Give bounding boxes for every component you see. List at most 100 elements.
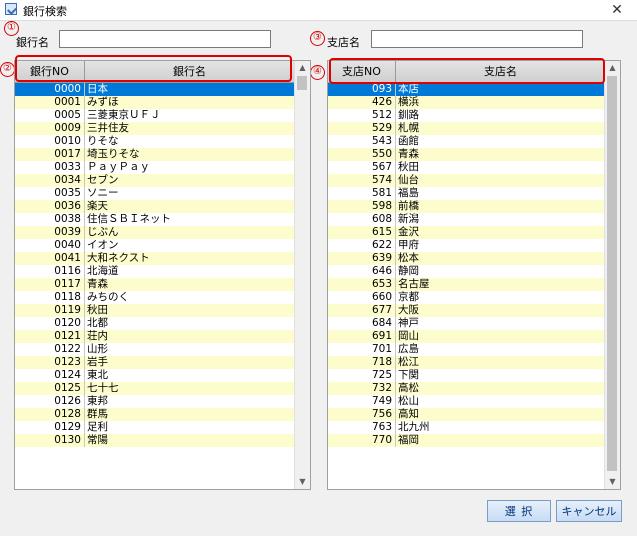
branch-row[interactable]: 608 新潟	[328, 213, 606, 226]
branch-name-cell: 高知	[398, 408, 419, 420]
bank-list-grid[interactable]: 銀行NO 銀行名 0000 日本 0001 みずほ 0005 三菱東京ＵＦＪ 0009 三井住…	[14, 60, 311, 490]
bank-name-column-header[interactable]: 銀行名	[85, 61, 295, 82]
branch-row[interactable]: 660 京都	[328, 291, 606, 304]
bank-row[interactable]: 0041 大和ネクスト	[15, 252, 295, 265]
branch-row[interactable]: 749 松山	[328, 395, 606, 408]
bank-row[interactable]: 0125 七十七	[15, 382, 295, 395]
bank-row[interactable]: 0119 秋田	[15, 304, 295, 317]
bank-row[interactable]: 0036 楽天	[15, 200, 295, 213]
branch-row[interactable]: 529 札幌	[328, 122, 606, 135]
select-button[interactable]: 選 択	[487, 500, 551, 522]
bank-row[interactable]: 0009 三井住友	[15, 122, 295, 135]
branch-row[interactable]: 512 釧路	[328, 109, 606, 122]
bank-row[interactable]: 0120 北都	[15, 317, 295, 330]
bank-name-cell: イオン	[87, 239, 119, 251]
bank-row[interactable]: 0130 常陽	[15, 434, 295, 447]
scroll-thumb[interactable]	[297, 76, 307, 90]
cancel-button[interactable]: キャンセル	[556, 500, 622, 522]
bank-row[interactable]: 0128 群馬	[15, 408, 295, 421]
title-bar: 銀行検索 ✕	[0, 0, 637, 21]
branch-name-cell: 広島	[398, 343, 419, 355]
branch-row[interactable]: 574 仙台	[328, 174, 606, 187]
bank-row[interactable]: 0017 埼玉りそな	[15, 148, 295, 161]
bank-no-column-header[interactable]: 銀行NO	[15, 61, 85, 82]
branch-name-input[interactable]	[371, 30, 583, 48]
bank-row[interactable]: 0117 青森	[15, 278, 295, 291]
bank-grid-scrollbar[interactable]: ▲ ▼	[294, 61, 310, 489]
branch-row[interactable]: 684 神戸	[328, 317, 606, 330]
branch-row[interactable]: 756 高知	[328, 408, 606, 421]
bank-row[interactable]: 0124 東北	[15, 369, 295, 382]
branch-row[interactable]: 581 福島	[328, 187, 606, 200]
branch-row[interactable]: 763 北九州	[328, 421, 606, 434]
branch-row[interactable]: 701 広島	[328, 343, 606, 356]
bank-name-input[interactable]	[59, 30, 271, 48]
branch-row[interactable]: 718 松江	[328, 356, 606, 369]
scroll-down-icon[interactable]: ▼	[605, 475, 620, 489]
branch-name-cell: 札幌	[398, 122, 419, 134]
branch-no-column-header[interactable]: 支店NO	[328, 61, 396, 82]
scroll-up-icon[interactable]: ▲	[295, 61, 310, 75]
bank-row[interactable]: 0126 東邦	[15, 395, 295, 408]
branch-no-cell: 684	[328, 317, 396, 330]
branch-no-cell: 581	[328, 187, 396, 200]
bank-row[interactable]: 0121 荘内	[15, 330, 295, 343]
branch-name-column-header[interactable]: 支店名	[396, 61, 606, 82]
bank-row[interactable]: 0001 みずほ	[15, 96, 295, 109]
branch-row[interactable]: 653 名古屋	[328, 278, 606, 291]
bank-row[interactable]: 0129 足利	[15, 421, 295, 434]
branch-name-cell: 神戸	[398, 317, 419, 329]
bank-no-cell: 0119	[15, 304, 85, 317]
bank-row[interactable]: 0010 りそな	[15, 135, 295, 148]
branch-row[interactable]: 622 甲府	[328, 239, 606, 252]
branch-no-cell: 756	[328, 408, 396, 421]
scroll-thumb[interactable]	[607, 76, 617, 471]
branch-row[interactable]: 543 函館	[328, 135, 606, 148]
bank-row[interactable]: 0000 日本	[15, 83, 295, 96]
bank-row[interactable]: 0122 山形	[15, 343, 295, 356]
scroll-up-icon[interactable]: ▲	[605, 61, 620, 75]
bank-row[interactable]: 0040 イオン	[15, 239, 295, 252]
bank-row[interactable]: 0118 みちのく	[15, 291, 295, 304]
bank-row[interactable]: 0039 じぶん	[15, 226, 295, 239]
branch-row[interactable]: 677 大阪	[328, 304, 606, 317]
branch-name-cell: 大阪	[398, 304, 419, 316]
branch-no-cell: 763	[328, 421, 396, 434]
bank-row[interactable]: 0038 住信ＳＢＩネット	[15, 213, 295, 226]
branch-row[interactable]: 567 秋田	[328, 161, 606, 174]
branch-row[interactable]: 691 岡山	[328, 330, 606, 343]
bank-name-cell: 秋田	[87, 304, 108, 316]
branch-name-cell: 名古屋	[398, 278, 430, 290]
branch-row[interactable]: 615 金沢	[328, 226, 606, 239]
bank-row[interactable]: 0116 北海道	[15, 265, 295, 278]
bank-row[interactable]: 0123 岩手	[15, 356, 295, 369]
branch-list-grid[interactable]: 支店NO 支店名 093 本店 426 横浜 512 釧路 529 札幌 543 函館 550 青森 5…	[327, 60, 621, 490]
bank-name-cell: 群馬	[87, 408, 108, 420]
bank-row[interactable]: 0035 ソニー	[15, 187, 295, 200]
branch-row[interactable]: 646 静岡	[328, 265, 606, 278]
close-icon[interactable]: ✕	[605, 0, 629, 20]
bank-no-cell: 0130	[15, 434, 85, 447]
bank-row[interactable]: 0005 三菱東京ＵＦＪ	[15, 109, 295, 122]
scroll-down-icon[interactable]: ▼	[295, 475, 310, 489]
branch-row[interactable]: 732 高松	[328, 382, 606, 395]
bank-name-cell: 日本	[87, 83, 108, 95]
branch-grid-scrollbar[interactable]: ▲ ▼	[604, 61, 620, 489]
branch-grid-body: 093 本店 426 横浜 512 釧路 529 札幌 543 函館 550 青森 567 秋田 574 仙台…	[328, 83, 606, 447]
bank-name-cell: 北海道	[87, 265, 119, 277]
bank-name-cell: 東邦	[87, 395, 108, 407]
branch-row[interactable]: 725 下関	[328, 369, 606, 382]
branch-row[interactable]: 770 福岡	[328, 434, 606, 447]
branch-no-cell: 622	[328, 239, 396, 252]
bank-name-cell: 住信ＳＢＩネット	[87, 213, 171, 225]
branch-no-cell: 426	[328, 96, 396, 109]
bank-no-cell: 0123	[15, 356, 85, 369]
branch-row[interactable]: 639 松本	[328, 252, 606, 265]
branch-row[interactable]: 598 前橋	[328, 200, 606, 213]
bank-row[interactable]: 0033 ＰａｙＰａｙ	[15, 161, 295, 174]
branch-row[interactable]: 426 横浜	[328, 96, 606, 109]
branch-row[interactable]: 093 本店	[328, 83, 606, 96]
branch-name-cell: 仙台	[398, 174, 419, 186]
bank-row[interactable]: 0034 セブン	[15, 174, 295, 187]
branch-row[interactable]: 550 青森	[328, 148, 606, 161]
